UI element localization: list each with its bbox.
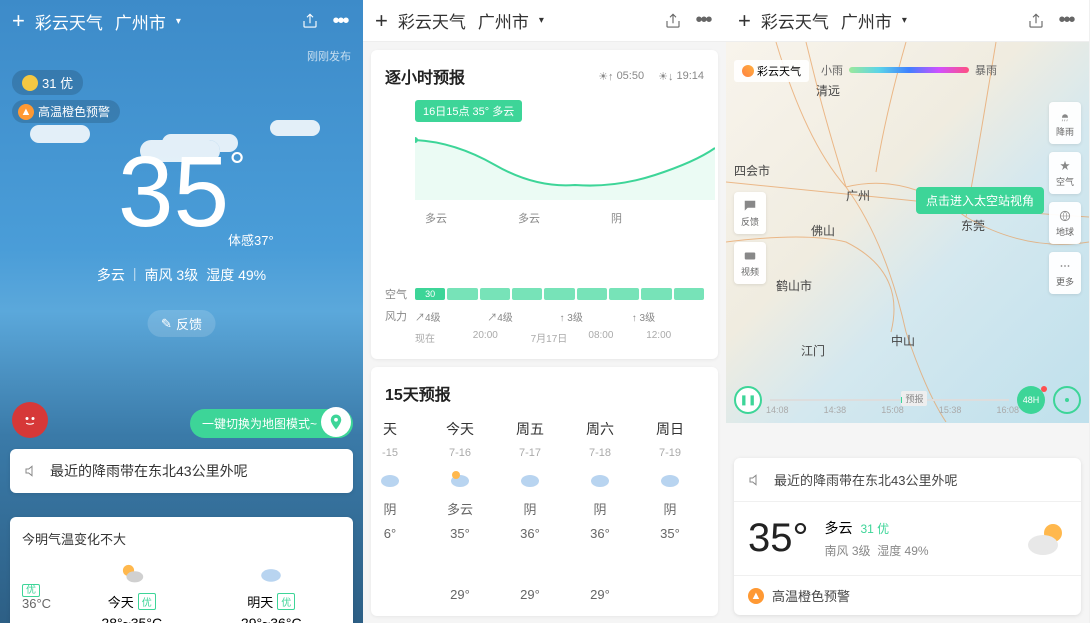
forecast-day[interactable]: 周 7- 小 — [705, 419, 718, 602]
wind-text: 南风 3级 — [145, 265, 199, 285]
map-city-label: 佛山 — [811, 222, 835, 239]
forecast-15-title: 15天预报 — [385, 381, 718, 405]
map-layer-地球[interactable]: 地球 — [1049, 202, 1081, 244]
forecast-day[interactable]: 周日 7-19 阴 35° — [635, 419, 705, 602]
add-city-button[interactable]: + — [375, 8, 388, 34]
air-label: 空气 — [385, 286, 415, 302]
more-icon[interactable]: ••• — [692, 10, 714, 32]
rain-message: 最近的降雨带在东北43公里外呢 — [50, 461, 248, 481]
weather-map[interactable]: 彩云天气 小雨 暴雨 反馈视频 降雨空气地球更多 清远四会市广州佛山 东莞鹤山市中… — [726, 42, 1089, 423]
sunrise: ☀↑ 05:50 — [598, 70, 644, 83]
pause-button[interactable]: ❚❚ — [734, 386, 762, 414]
map-city-label: 清远 — [816, 82, 840, 99]
rain-scale: 小雨 暴雨 — [821, 62, 997, 78]
current-temperature: 35° — [118, 135, 245, 250]
bottom-temp: 35° — [748, 516, 809, 561]
forecast-day[interactable]: 周五 7-17 阴 36° 29° — [495, 419, 565, 602]
rain-banner[interactable]: 最近的降雨带在东北43公里外呢 — [10, 449, 353, 493]
share-icon[interactable] — [662, 10, 684, 32]
map-city-label: 鹤山市 — [776, 277, 812, 294]
map-city-label: 广州 — [846, 187, 870, 204]
chevron-down-icon: ▾ — [539, 15, 544, 26]
forecast-15-card[interactable]: 15天预报 天 -15 阴 6° 今天 7-16 多云 35° 29° 周五 7… — [371, 367, 718, 616]
map-popup[interactable]: 点击进入太空站视角 — [916, 187, 1044, 214]
map-city-label: 东莞 — [961, 217, 985, 234]
air-quality-bar: 30 — [415, 288, 704, 300]
add-city-button[interactable]: + — [12, 8, 25, 34]
share-icon[interactable] — [1025, 10, 1047, 32]
map-layer-降雨[interactable]: 降雨 — [1049, 102, 1081, 144]
tomorrow-range: 29°~36°C — [241, 615, 302, 623]
two-day-card[interactable]: 今明气温变化不大 优 36°C 今天优 28°~35°C 明天优 29°~36°… — [10, 517, 353, 623]
map-layer-反馈[interactable]: 反馈 — [734, 192, 766, 234]
cloud-icon — [257, 560, 285, 588]
sunset: ☀↓ 19:14 — [658, 70, 704, 83]
two-day-title: 今明气温变化不大 — [22, 529, 341, 548]
warning-icon: ▲ — [748, 588, 764, 604]
publish-time: 刚刚发布 — [307, 48, 351, 64]
humidity-text: 湿度 49% — [206, 265, 266, 285]
locate-button[interactable] — [1053, 386, 1081, 414]
city-name[interactable]: 广州市 — [841, 8, 892, 33]
more-icon[interactable]: ••• — [1055, 10, 1077, 32]
city-name[interactable]: 广州市 — [478, 8, 529, 33]
map-city-label: 中山 — [891, 332, 915, 349]
avatar[interactable] — [12, 402, 48, 438]
bottom-warning[interactable]: ▲ 高温橙色预警 — [734, 575, 1081, 615]
chevron-down-icon: ▾ — [176, 16, 181, 27]
condition-row: 多云 | 南风 3级 湿度 49% — [0, 265, 363, 285]
forecast-day[interactable]: 周六 7-18 阴 36° 29° — [565, 419, 635, 602]
forecast-day[interactable]: 天 -15 阴 6° — [363, 419, 425, 602]
hourly-card: 逐小时预报 ☀↑ 05:50 ☀↓ 19:14 16日15点 35° 多云 多云… — [371, 50, 718, 359]
sun-cloud-icon — [118, 560, 146, 588]
edge-temp: 优 36°C — [22, 581, 62, 611]
share-icon[interactable] — [299, 10, 321, 32]
speaker-icon — [748, 472, 764, 488]
map-layer-空气[interactable]: 空气 — [1049, 152, 1081, 194]
bottom-weather-card: 最近的降雨带在东北43公里外呢 35° 多云 31 优 南风 3级 湿度 49%… — [734, 458, 1081, 615]
sun-cloud-icon — [1023, 517, 1067, 561]
aqi-face-icon — [22, 75, 38, 91]
map-city-label: 江门 — [801, 342, 825, 359]
hourly-tooltip: 16日15点 35° 多云 — [415, 100, 522, 122]
speaker-icon — [24, 463, 40, 479]
add-city-button[interactable]: + — [738, 8, 751, 34]
map-pin-icon[interactable] — [321, 407, 351, 437]
chevron-down-icon: ▾ — [902, 15, 907, 26]
map-layer-视频[interactable]: 视频 — [734, 242, 766, 284]
wind-label: 风力 — [385, 308, 415, 324]
rain-banner[interactable]: 最近的降雨带在东北43公里外呢 — [734, 458, 1081, 502]
feels-like: 体感37° — [228, 230, 274, 249]
map-roads — [726, 42, 1089, 422]
city-name[interactable]: 广州市 — [115, 9, 166, 34]
bottom-condition: 多云 — [825, 518, 853, 538]
caiyun-logo: 彩云天气 — [734, 60, 809, 82]
feedback-button[interactable]: ✎ 反馈 — [147, 310, 216, 337]
today-range: 28°~35°C — [101, 615, 162, 623]
app-name: 彩云天气 — [761, 8, 829, 33]
app-name: 彩云天气 — [35, 9, 103, 34]
more-icon[interactable]: ••• — [329, 10, 351, 32]
map-layer-更多[interactable]: 更多 — [1049, 252, 1081, 294]
app-name: 彩云天气 — [398, 8, 466, 33]
condition-text: 多云 — [97, 265, 125, 285]
bottom-aqi: 31 优 — [861, 520, 890, 537]
map-city-label: 四会市 — [734, 162, 770, 179]
forecast-day[interactable]: 今天 7-16 多云 35° 29° — [425, 419, 495, 602]
pencil-icon: ✎ — [161, 316, 172, 332]
aqi-badge[interactable]: 31 优 — [12, 70, 83, 95]
aqi-text: 31 优 — [42, 73, 73, 92]
hourly-title: 逐小时预报 — [385, 64, 465, 88]
badge-48h[interactable]: 48H — [1017, 386, 1045, 414]
